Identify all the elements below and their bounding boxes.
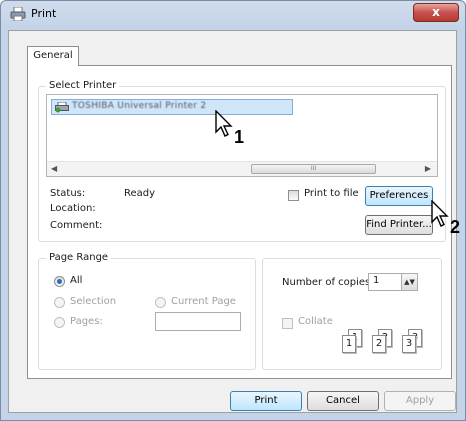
printer-name: TOSHIBA Universal Printer 2 (72, 101, 207, 111)
cancel-button[interactable]: Cancel (307, 391, 379, 411)
location-label: Location: (50, 203, 96, 214)
close-button[interactable]: x (413, 3, 459, 22)
page-range-all-label[interactable]: All (70, 275, 82, 286)
collate-label[interactable]: Collate (298, 316, 333, 327)
find-printer-button[interactable]: Find Printer... (365, 215, 433, 235)
printer-list-item-selected[interactable]: TOSHIBA Universal Printer 2 (51, 99, 293, 115)
mouse-cursor-icon (431, 200, 449, 227)
spin-up-down-icon[interactable]: ▲▼ (401, 274, 417, 290)
preferences-button[interactable]: Preferences (365, 186, 433, 206)
callout-number-2: 2 (450, 217, 461, 237)
print-to-file-checkbox[interactable] (288, 190, 299, 201)
page-range-all-radio[interactable] (54, 276, 65, 287)
collate-page-front: 2 (372, 335, 386, 353)
page-range-current-page-radio[interactable] (155, 297, 166, 308)
page-range-selection-radio[interactable] (54, 297, 65, 308)
select-printer-legend: Select Printer (46, 80, 120, 91)
mouse-cursor-icon (215, 110, 233, 137)
collate-checkbox[interactable] (282, 318, 293, 329)
copies-value: 1 (373, 275, 380, 286)
title-bar[interactable]: Print x (1, 1, 465, 27)
print-button[interactable]: Print (230, 391, 302, 411)
collate-page-front: 1 (342, 335, 356, 353)
scroll-thumb[interactable]: III (251, 164, 376, 174)
page-range-pages-label[interactable]: Pages: (70, 316, 103, 327)
comment-label: Comment: (50, 220, 103, 231)
collate-preview-icon: 1 1 2 2 3 3 (340, 325, 440, 365)
status-label: Status: (50, 188, 86, 199)
tab-general[interactable]: General (27, 46, 79, 66)
scroll-left-arrow-icon[interactable]: ◀ (51, 164, 57, 173)
callout-number-1: 1 (234, 127, 245, 147)
printer-list-scrollbar[interactable]: ◀ III ▶ (47, 161, 437, 176)
printer-icon (55, 102, 69, 113)
copies-stepper[interactable]: 1 ▲▼ (368, 273, 418, 291)
page-range-current-page-label[interactable]: Current Page (171, 296, 236, 307)
status-value: Ready (124, 188, 156, 199)
page-range-legend: Page Range (46, 252, 112, 263)
pages-input[interactable] (155, 312, 241, 331)
window-title: Print (31, 7, 57, 20)
printer-icon (10, 7, 26, 21)
page-range-selection-label[interactable]: Selection (70, 296, 116, 307)
print-to-file-label[interactable]: Print to file (304, 188, 359, 199)
close-icon: x (432, 5, 440, 19)
apply-button[interactable]: Apply (384, 391, 456, 411)
page-range-pages-radio[interactable] (54, 317, 65, 328)
number-of-copies-label: Number of copies: (282, 277, 374, 288)
collate-page-front: 3 (402, 335, 416, 353)
scroll-right-arrow-icon[interactable]: ▶ (425, 164, 431, 173)
